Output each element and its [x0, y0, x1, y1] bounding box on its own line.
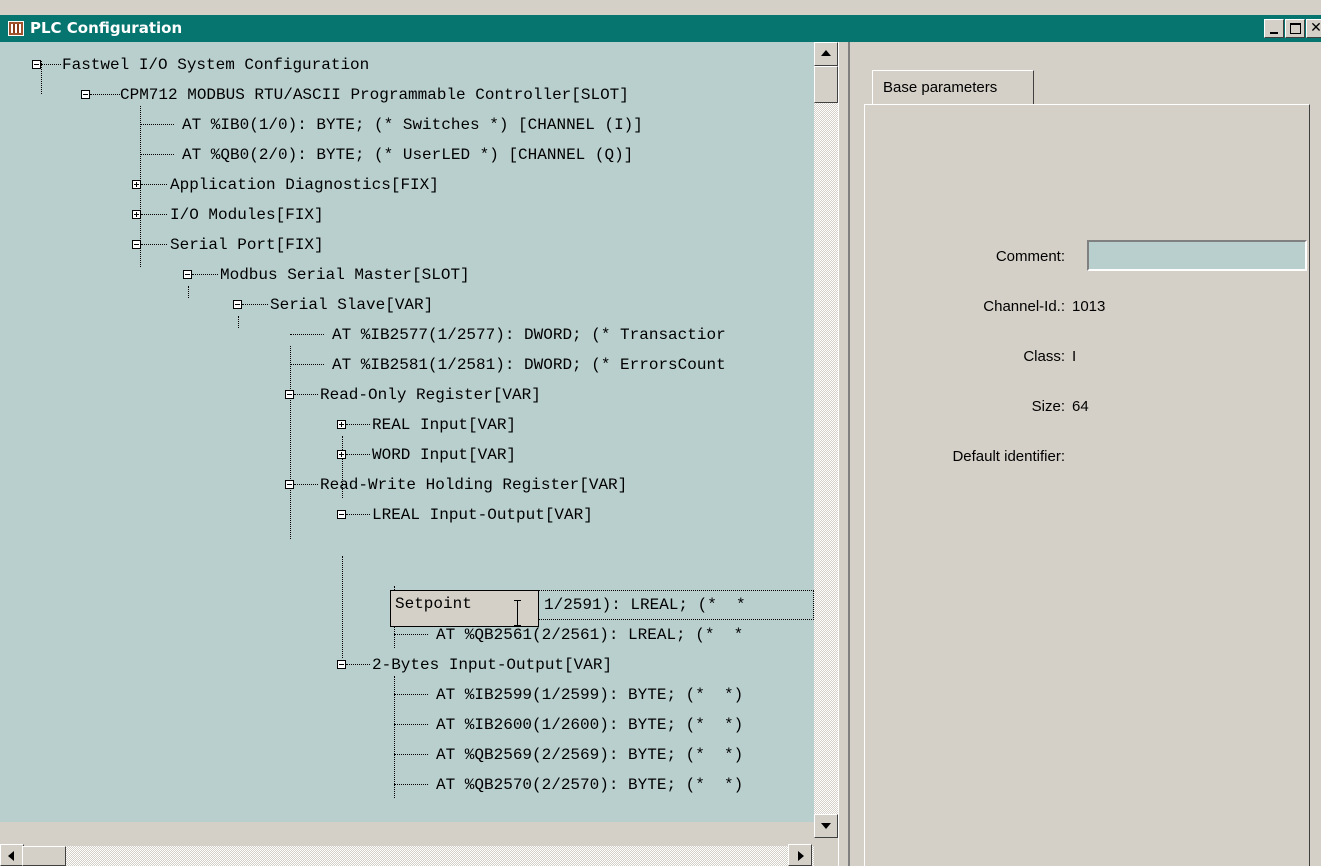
- tree-node-channel[interactable]: AT %QB0(2/0): BYTE; (* UserLED *) [CHANN…: [182, 140, 633, 170]
- title-bar[interactable]: PLC Configuration ✕: [0, 15, 1321, 42]
- scroll-thumb[interactable]: [814, 66, 838, 103]
- tree-connector: [394, 724, 428, 726]
- tree-connector: [140, 154, 174, 156]
- tree-connector: [346, 514, 370, 516]
- tree-horizontal-scrollbar[interactable]: [0, 844, 814, 866]
- collapse-icon[interactable]: [337, 660, 346, 669]
- tree-node-lreal-input-output[interactable]: LREAL Input-Output[VAR]: [372, 500, 593, 530]
- comment-input[interactable]: [1087, 240, 1307, 271]
- size-value: 64: [1072, 398, 1089, 415]
- tree-connector: [394, 754, 428, 756]
- text-cursor-icon: [514, 600, 521, 626]
- collapse-icon[interactable]: [183, 270, 192, 279]
- expand-icon[interactable]: [132, 180, 141, 189]
- tree-connector: [141, 214, 167, 216]
- scroll-up-button[interactable]: [814, 42, 838, 66]
- tree-connector: [141, 184, 167, 186]
- tree-connector: [238, 316, 240, 328]
- tree-node-channel[interactable]: AT %IB2599(1/2599): BYTE; (* *): [436, 680, 743, 710]
- tree-connector: [346, 664, 370, 666]
- tab-base-parameters[interactable]: Base parameters: [872, 70, 1034, 104]
- tree-connector: [192, 274, 218, 276]
- expand-icon[interactable]: [132, 210, 141, 219]
- scroll-right-button[interactable]: [788, 844, 812, 866]
- default-identifier-label: Default identifier:: [952, 448, 1065, 465]
- comment-label: Comment:: [995, 248, 1065, 265]
- tree-node-serial-port[interactable]: Serial Port[FIX]: [170, 230, 324, 260]
- tree-node-real-input[interactable]: REAL Input[VAR]: [372, 410, 516, 440]
- tree-node-root[interactable]: Fastwel I/O System Configuration: [62, 50, 369, 80]
- class-value: I: [1072, 348, 1077, 365]
- tree-node-io-modules[interactable]: I/O Modules[FIX]: [170, 200, 324, 230]
- class-label: Class:: [1023, 348, 1065, 365]
- plc-app-icon: [8, 21, 24, 36]
- tree-connector: [188, 286, 190, 298]
- pane-splitter[interactable]: [838, 42, 850, 866]
- configuration-tree[interactable]: Fastwel I/O System Configuration CPM712 …: [0, 42, 814, 822]
- channel-id-value: 1013: [1072, 298, 1106, 315]
- hscroll-thumb[interactable]: [22, 846, 66, 866]
- tree-node-modbus-master[interactable]: Modbus Serial Master[SLOT]: [220, 260, 470, 290]
- tree-connector: [290, 364, 324, 366]
- tree-node-channel[interactable]: AT %QB2570(2/2570): BYTE; (* *): [436, 770, 743, 800]
- channel-id-label: Channel-Id.:: [983, 298, 1065, 315]
- expand-icon[interactable]: [337, 420, 346, 429]
- tree-node-channel[interactable]: AT %IB2577(1/2577): DWORD; (* Transactio…: [332, 320, 726, 350]
- minimize-button[interactable]: [1264, 19, 1284, 38]
- tree-connector: [140, 124, 174, 126]
- tree-node-holding-register[interactable]: Read-Write Holding Register[VAR]: [320, 470, 627, 500]
- size-label: Size:: [1031, 398, 1065, 415]
- collapse-icon[interactable]: [81, 90, 90, 99]
- tree-connector: [394, 784, 428, 786]
- scroll-down-button[interactable]: [814, 814, 838, 838]
- tree-connector: [141, 244, 167, 246]
- maximize-button[interactable]: [1285, 19, 1305, 38]
- tree-connector: [41, 64, 61, 66]
- tree-node-2bytes-input-output[interactable]: 2-Bytes Input-Output[VAR]: [372, 650, 612, 680]
- tree-connector: [346, 424, 370, 426]
- tree-node-controller[interactable]: CPM712 MODBUS RTU/ASCII Programmable Con…: [120, 80, 629, 110]
- expand-icon[interactable]: [337, 450, 346, 459]
- collapse-icon[interactable]: [132, 240, 141, 249]
- base-parameters-panel: Comment: Channel-Id.: 1013 Class: I Size…: [864, 104, 1310, 866]
- collapse-icon[interactable]: [285, 390, 294, 399]
- tree-node-serial-slave[interactable]: Serial Slave[VAR]: [270, 290, 433, 320]
- tree-connector: [394, 694, 428, 696]
- tree-connector: [342, 556, 344, 658]
- tree-connector: [90, 94, 120, 96]
- tree-node-channel[interactable]: AT %IB2581(1/2581): DWORD; (* ErrorsCoun…: [332, 350, 726, 380]
- window-title: PLC Configuration: [30, 19, 183, 37]
- tree-node-channel[interactable]: AT %IB0(1/0): BYTE; (* Switches *) [CHAN…: [182, 110, 643, 140]
- tree-connector: [294, 394, 318, 396]
- collapse-icon[interactable]: [32, 60, 41, 69]
- tree-vertical-scrollbar[interactable]: [814, 42, 838, 838]
- plc-configuration-window: PLC Configuration ✕ Fastwel I/O System C…: [0, 0, 1321, 866]
- tree-connector: [290, 334, 324, 336]
- tree-node-read-only-register[interactable]: Read-Only Register[VAR]: [320, 380, 541, 410]
- close-button[interactable]: ✕: [1306, 19, 1321, 38]
- tree-node-channel[interactable]: AT %QB2569(2/2569): BYTE; (* *): [436, 740, 743, 770]
- tree-connector: [290, 346, 292, 539]
- tree-node-word-input[interactable]: WORD Input[VAR]: [372, 440, 516, 470]
- tree-connector: [294, 484, 318, 486]
- tree-node-diagnostics[interactable]: Application Diagnostics[FIX]: [170, 170, 439, 200]
- tree-connector: [346, 454, 370, 456]
- collapse-icon[interactable]: [337, 510, 346, 519]
- tree-node-channel[interactable]: AT %IB2600(1/2600): BYTE; (* *): [436, 710, 743, 740]
- tree-connector: [242, 304, 268, 306]
- properties-pane: Base parameters Comment: Channel-Id.: 10…: [850, 42, 1321, 866]
- tree-connector: [394, 634, 428, 636]
- collapse-icon[interactable]: [285, 480, 294, 489]
- collapse-icon[interactable]: [233, 300, 242, 309]
- scroll-left-button[interactable]: [0, 844, 24, 866]
